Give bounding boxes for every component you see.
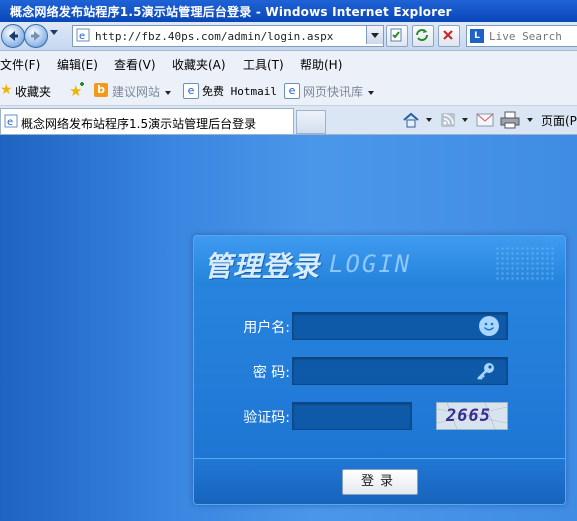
suggested-sites-icon: b <box>94 83 108 97</box>
tab-row: e 概念网络发布站程序1.5演示站管理后台登录 页面(P) <box>0 106 577 135</box>
password-label: 密 码: <box>252 365 290 381</box>
hotmail-link[interactable]: 免费 Hotmail <box>202 83 277 99</box>
smile-icon <box>479 316 499 336</box>
login-heading: 管理登录 <box>204 250 321 283</box>
login-panel: 管理登录 LOGIN 用户名: 密 码: 验证码: 2665 登录 <box>193 235 566 505</box>
print-icon[interactable] <box>500 111 520 129</box>
refresh-icon <box>416 29 428 41</box>
key-icon <box>477 363 494 380</box>
login-footer: 登录 <box>194 458 565 504</box>
back-button[interactable] <box>1 24 25 48</box>
window-titlebar: 概念网络发布站程序1.5演示站管理后台登录 - Windows Internet… <box>0 0 577 22</box>
chevron-down-icon[interactable] <box>462 118 468 122</box>
login-button[interactable]: 登录 <box>342 469 418 495</box>
live-search-icon: L <box>470 29 484 43</box>
new-tab-button[interactable] <box>296 110 326 134</box>
recent-pages-dropdown-icon[interactable] <box>50 30 58 35</box>
page-content: 管理登录 LOGIN 用户名: 密 码: 验证码: 2665 登录 <box>0 135 577 521</box>
tab-login-page[interactable]: e 概念网络发布站程序1.5演示站管理后台登录 <box>0 108 294 134</box>
password-field[interactable] <box>292 357 508 385</box>
chevron-down-icon[interactable] <box>527 118 533 122</box>
chevron-down-icon[interactable] <box>426 118 432 122</box>
favorites-button[interactable]: 收藏夹 <box>15 83 51 100</box>
address-bar[interactable]: e <box>72 25 384 47</box>
forward-arrow-icon <box>31 31 40 41</box>
compatibility-view-button[interactable] <box>386 25 408 47</box>
menu-help[interactable]: 帮助(H) <box>300 56 342 73</box>
window-title: 概念网络发布站程序1.5演示站管理后台登录 - Windows Internet… <box>10 5 452 19</box>
page-menu-button[interactable]: 页面(P) <box>541 112 577 129</box>
ie-page-icon: e <box>183 83 199 99</box>
back-arrow-icon <box>9 31 18 41</box>
chevron-down-icon <box>368 90 375 95</box>
chevron-down-icon <box>165 90 172 95</box>
feeds-icon[interactable] <box>440 112 456 128</box>
ie-page-icon: e <box>284 83 300 99</box>
suggested-sites-label: 建议网站 <box>112 85 161 99</box>
captcha-code: 2665 <box>446 406 491 426</box>
stop-icon <box>443 30 453 40</box>
search-box[interactable]: L <box>466 25 577 47</box>
refresh-button[interactable] <box>412 25 434 47</box>
username-input[interactable] <box>297 317 471 337</box>
decorative-dot-pattern <box>495 246 555 280</box>
menu-file[interactable]: 文件(F) <box>0 56 40 73</box>
captcha-field[interactable] <box>292 402 412 430</box>
password-input[interactable] <box>297 362 471 382</box>
username-label: 用户名: <box>243 320 290 336</box>
mail-icon[interactable] <box>476 113 494 127</box>
captcha-input[interactable] <box>297 407 406 427</box>
menu-favorites[interactable]: 收藏夹(A) <box>172 56 226 73</box>
stop-button[interactable] <box>438 25 460 47</box>
address-toolbar: e L <box>0 22 577 51</box>
home-icon[interactable] <box>402 111 420 129</box>
svg-text:e: e <box>7 117 13 128</box>
suggested-sites-link[interactable]: 建议网站 <box>112 83 172 100</box>
login-header: 管理登录 LOGIN <box>194 236 565 286</box>
web-slice-link[interactable]: 网页快讯库 <box>303 83 375 100</box>
login-heading-en: LOGIN <box>329 250 412 278</box>
web-slice-label: 网页快讯库 <box>303 85 364 99</box>
forward-button[interactable] <box>24 24 48 48</box>
username-field[interactable] <box>292 312 508 340</box>
favorites-bar: ★ 收藏夹 ★ b 建议网站 e 免费 Hotmail e 网页快讯库 <box>0 75 577 106</box>
captcha-image[interactable]: 2665 <box>436 402 508 430</box>
compatibility-icon <box>390 28 402 42</box>
add-favorites-icon[interactable]: ★ <box>68 82 86 98</box>
menu-bar: 文件(F) 编辑(E) 查看(V) 收藏夹(A) 工具(T) 帮助(H) <box>0 51 577 75</box>
url-input[interactable] <box>93 27 367 45</box>
menu-view[interactable]: 查看(V) <box>114 56 156 73</box>
menu-edit[interactable]: 编辑(E) <box>57 56 98 73</box>
tab-label: 概念网络发布站程序1.5演示站管理后台登录 <box>21 117 257 131</box>
svg-text:e: e <box>79 31 85 42</box>
address-dropdown-button[interactable] <box>366 26 383 44</box>
ie-page-icon: e <box>76 28 90 42</box>
captcha-label: 验证码: <box>243 410 290 426</box>
menu-tools[interactable]: 工具(T) <box>243 56 284 73</box>
ie-page-icon: e <box>4 114 18 128</box>
favorites-star-icon: ★ <box>0 82 13 98</box>
search-input[interactable] <box>487 27 577 45</box>
